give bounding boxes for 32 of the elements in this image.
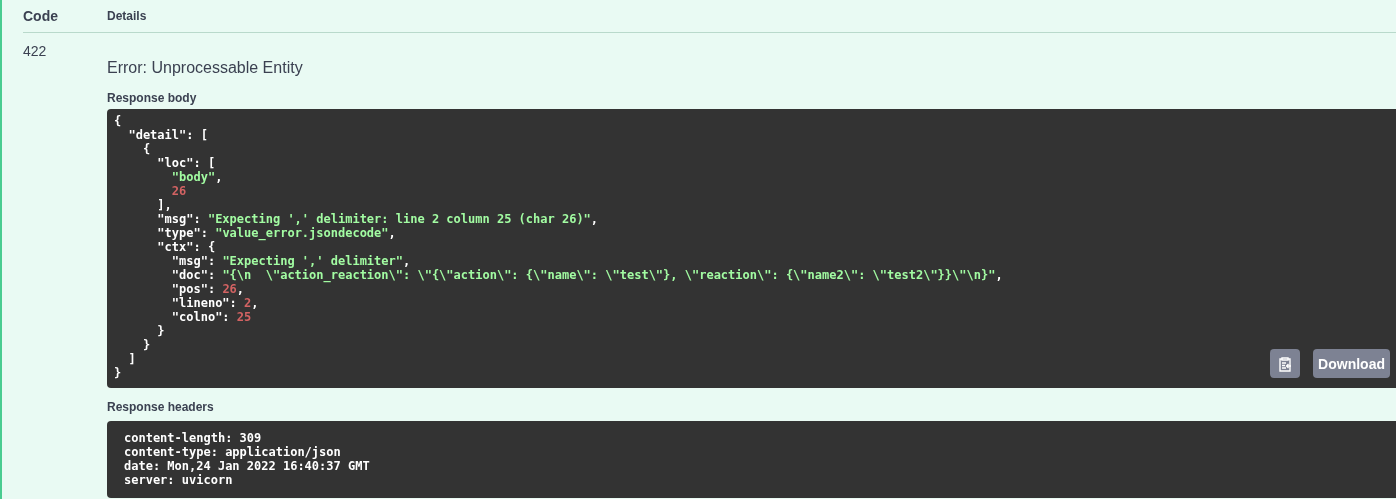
code-line: "body", [170, 170, 223, 184]
error-title: Error: Unprocessable Entity [107, 59, 304, 78]
code-line: "msg": "Expecting ',' delimiter: line 2 column 25 (char 26)", [156, 212, 599, 226]
code-line: } [141, 338, 151, 352]
download-button[interactable]: Download [1313, 349, 1390, 378]
code-line: "loc": [ [156, 156, 216, 170]
column-header: Code [23, 8, 59, 24]
code-line: "detail": [ [127, 128, 208, 142]
code-line: 26 [170, 184, 187, 198]
code-line: content-length: 309 [124, 431, 262, 445]
code-line: date: Mon,24 Jan 2022 16:40:37 GMT [124, 459, 370, 473]
code-line: { [114, 114, 122, 128]
code-line: server: uvicorn [124, 473, 233, 487]
code-line: "colno": 25 [170, 310, 252, 324]
code-line: content-type: application/json [124, 445, 341, 459]
code-line: "pos": 26, [170, 282, 245, 296]
code-line: "type": "value_error.jsondecode", [156, 226, 396, 240]
code-line: ] [127, 352, 136, 366]
code-line: "ctx": { [156, 240, 216, 254]
section-label: Response headers [107, 400, 214, 414]
code-line: "doc": "{\n \"action_reaction\": \"{\"action\": {\"name\": \"test\"}, \"reaction\": {\"name2\": \"test2\"}}\"\n}", [170, 268, 1003, 282]
section-label: Response body [107, 91, 197, 105]
status-code: 422 [23, 43, 48, 59]
code-line: "lineno": 2, [170, 296, 259, 310]
code-line: ], [156, 198, 172, 212]
clipboard-icon [1278, 355, 1293, 372]
code-line: } [114, 366, 122, 380]
code-line: "msg": "Expecting ',' delimiter", [170, 254, 411, 268]
code-line: { [141, 142, 151, 156]
column-header: Details [107, 9, 147, 23]
code-line: } [156, 324, 165, 338]
copy-button[interactable] [1270, 349, 1301, 378]
